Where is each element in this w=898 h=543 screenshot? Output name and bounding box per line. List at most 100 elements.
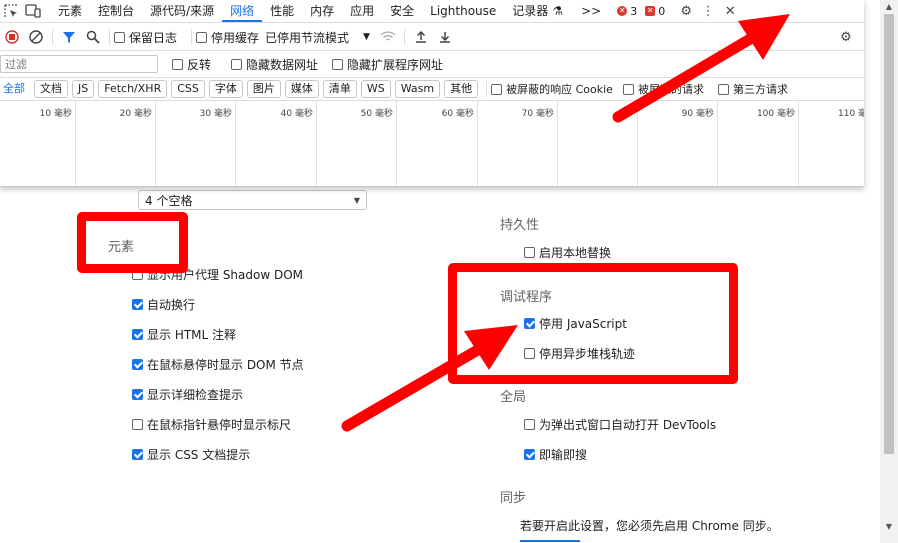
timeline-tick-label: 60 毫秒 <box>441 109 474 119</box>
record-stop-icon[interactable] <box>0 25 24 49</box>
scroll-down-arrow-icon[interactable]: ▼ <box>884 522 894 532</box>
sync-settings-link[interactable] <box>520 535 580 543</box>
toolbar-divider <box>52 29 53 45</box>
network-overview-timeline[interactable]: 10 毫秒 20 毫秒 30 毫秒 40 毫秒 50 毫秒 60 毫秒 70 毫秒 80 90 … <box>0 101 864 186</box>
checkbox-box <box>132 298 143 310</box>
scroll-thumb[interactable] <box>884 14 894 454</box>
setting-checkbox[interactable]: 显示详细检查提示 <box>132 385 243 403</box>
timeline-tick-label: 20 毫秒 <box>119 109 152 119</box>
checkbox-box <box>132 448 143 460</box>
settings-column-left: 元素 显示用户代理 Shadow DOM 自动换行 显示 HTML 注释 在鼠标悬停时… <box>0 186 440 543</box>
tab-9[interactable]: 记录器 <box>504 0 550 22</box>
setting-checkbox-label: 显示 HTML 注释 <box>147 327 237 342</box>
network-settings-gear-icon[interactable]: ⚙ <box>834 25 858 49</box>
throttling-select[interactable]: 已停用节流模式 ▼ <box>265 29 370 46</box>
clear-icon[interactable] <box>24 25 48 49</box>
section-title-persistence: 持久性 <box>500 218 540 233</box>
tab-5[interactable]: 内存 <box>302 0 342 22</box>
type-filter-chip[interactable]: Wasm <box>394 80 441 98</box>
toolbar-divider <box>109 29 110 45</box>
checkbox-box <box>717 83 729 95</box>
tab-6[interactable]: 应用 <box>342 0 382 22</box>
toolbar-divider <box>191 29 193 45</box>
scroll-up-arrow-icon[interactable]: ▲ <box>884 2 894 12</box>
checkbox-box <box>524 418 535 430</box>
setting-checkbox[interactable]: 自动换行 <box>132 295 195 313</box>
search-icon[interactable] <box>81 25 105 49</box>
tab-1[interactable]: 控制台 <box>90 0 142 22</box>
setting-checkbox-label: 自动换行 <box>147 297 196 312</box>
error-icon: ✕ <box>617 6 628 16</box>
timeline-tick-label: 80 <box>622 106 634 116</box>
setting-checkbox-label: 在鼠标指针悬停时显示标尺 <box>147 417 292 432</box>
type-filter-chip[interactable]: JS <box>72 80 95 98</box>
timeline-tick-label: 30 毫秒 <box>199 109 232 119</box>
checkbox-box <box>332 58 344 70</box>
network-conditions-wifi-icon[interactable] <box>376 25 400 49</box>
type-filter-chip[interactable]: 文档 <box>34 80 68 98</box>
inspect-element-icon[interactable] <box>0 0 22 22</box>
tab-2[interactable]: 源代码/来源 <box>142 0 222 22</box>
blocked-cookies-checkbox[interactable]: 被屏蔽的响应 Cookie <box>491 81 613 97</box>
page-scrollbar[interactable]: ▲ ▼ <box>880 0 898 543</box>
setting-checkbox-label: 显示详细检查提示 <box>147 387 244 402</box>
checkbox-box <box>196 31 208 43</box>
timeline-tick-label: 100 毫秒 <box>756 109 795 119</box>
filter-input[interactable] <box>0 55 158 73</box>
tab-3[interactable]: 网络 <box>222 0 263 22</box>
preserve-log-checkbox[interactable]: 保留日志 <box>114 29 177 46</box>
type-filter-chip[interactable]: 其他 <box>444 80 479 98</box>
checkbox-box <box>524 448 535 460</box>
type-filter-chip[interactable]: WS <box>360 80 391 98</box>
sync-note: 若要开启此设置，您必须先启用 Chrome 同步。 <box>520 519 779 533</box>
checkbox-box <box>172 58 183 70</box>
devtools-tabbar: 元素 控制台 源代码/来源 网络 性能 内存 应用 安全 Lighthouse 记录器 ⚗ >> … <box>0 0 864 23</box>
type-filter-chip[interactable]: 清单 <box>322 80 357 98</box>
gear-icon[interactable]: ⚙ <box>675 0 697 22</box>
timeline-gridline <box>155 101 156 186</box>
close-icon[interactable]: ✕ <box>719 0 741 22</box>
setting-checkbox[interactable]: 在鼠标悬停时显示 DOM 节点 <box>132 355 304 373</box>
upload-icon[interactable] <box>409 25 433 49</box>
tab-7[interactable]: 安全 <box>382 0 422 22</box>
section-title-global: 全局 <box>500 390 527 405</box>
type-filter-chip[interactable]: 字体 <box>208 80 243 98</box>
hide-extension-urls-checkbox[interactable]: 隐藏扩展程序网址 <box>332 56 443 73</box>
toolbar-divider <box>403 29 405 45</box>
timeline-gridline <box>798 101 799 186</box>
setting-checkbox[interactable]: 显示 HTML 注释 <box>132 325 236 343</box>
tab-4[interactable]: 性能 <box>262 0 302 22</box>
checkbox-box <box>524 246 535 258</box>
type-filter-chip[interactable]: CSS <box>171 80 205 98</box>
type-filter-chip[interactable]: 媒体 <box>284 80 319 98</box>
setting-checkbox-label: 启用本地替换 <box>539 245 612 260</box>
disable-cache-checkbox[interactable]: 停用缓存 <box>196 29 259 46</box>
more-tabs-icon[interactable]: >> <box>573 0 609 22</box>
setting-checkbox[interactable]: 为弹出式窗口自动打开 DevTools <box>524 415 716 433</box>
device-toolbar-icon[interactable] <box>22 0 44 22</box>
type-filter-chip[interactable]: Fetch/XHR <box>98 80 168 98</box>
type-filter-chip[interactable]: 图片 <box>246 80 281 98</box>
checkbox-box <box>132 388 143 400</box>
hide-data-urls-checkbox[interactable]: 隐藏数据网址 <box>231 56 318 73</box>
invert-checkbox[interactable]: 反转 <box>172 56 211 73</box>
download-icon[interactable] <box>433 25 457 49</box>
setting-checkbox[interactable]: 在鼠标指针悬停时显示标尺 <box>132 415 291 433</box>
setting-checkbox[interactable]: 启用本地替换 <box>524 243 611 261</box>
third-party-checkbox[interactable]: 第三方请求 <box>717 81 788 97</box>
checkbox-box <box>132 358 143 370</box>
blocked-requests-checkbox[interactable]: 被屏蔽的请求 <box>622 81 704 97</box>
timeline-gridline <box>717 101 718 186</box>
tab-0[interactable]: 元素 <box>50 0 90 22</box>
filter-icon[interactable] <box>57 25 81 49</box>
timeline-gridline <box>477 101 478 186</box>
kebab-menu-icon[interactable]: ⋮ <box>697 0 719 22</box>
issues-badge[interactable]: ✕ 0 <box>645 5 665 18</box>
annotation-box-elements <box>77 212 188 273</box>
setting-checkbox[interactable]: 显示 CSS 文档提示 <box>132 445 250 463</box>
setting-checkbox[interactable]: 即输即搜 <box>524 445 587 463</box>
errors-badge[interactable]: ✕ 3 <box>617 5 637 18</box>
type-filter-chip[interactable]: 全部 <box>0 81 30 97</box>
section-title-sync: 同步 <box>500 491 527 506</box>
tab-8[interactable]: Lighthouse <box>422 0 504 22</box>
